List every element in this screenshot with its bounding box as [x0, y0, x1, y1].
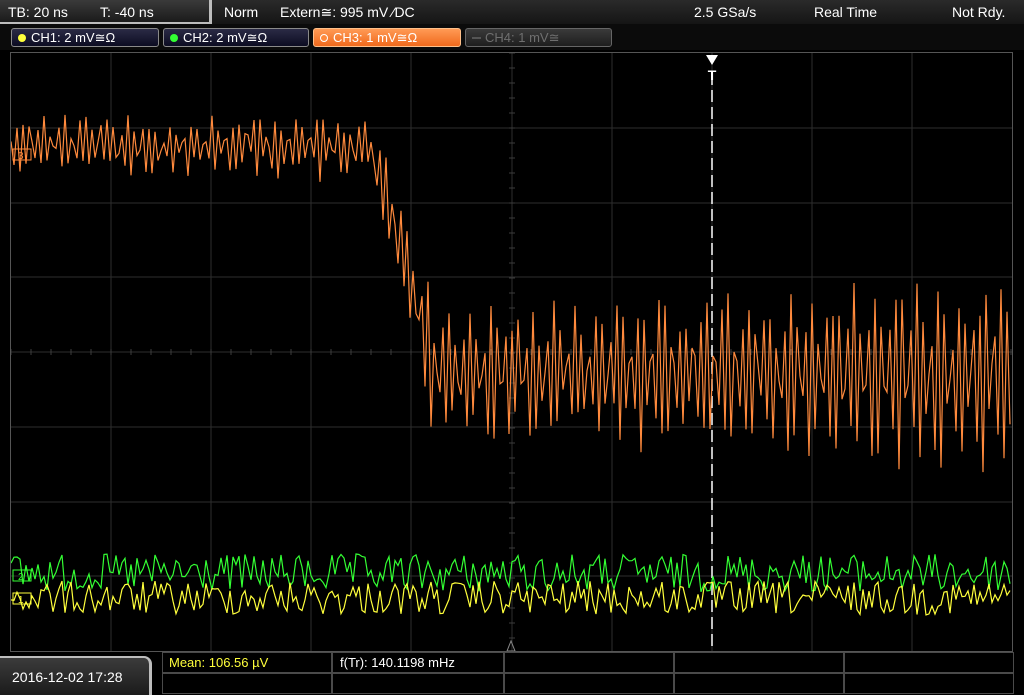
measurement-cell-7[interactable]: [332, 673, 504, 694]
datetime-label: 2016-12-02 17:28: [12, 669, 123, 685]
channel-1-label: CH1: 2 mV≅Ω: [31, 30, 116, 45]
trigger-level-arrow-icon[interactable]: [506, 639, 516, 651]
mean-measurement: Mean: 106.56 µV: [169, 655, 269, 670]
trigger-marker-icon[interactable]: T: [706, 55, 718, 83]
channel-1-indicator-icon: [18, 34, 26, 42]
measurement-cell-6[interactable]: [162, 673, 332, 694]
timebase-box[interactable]: TB: 20 ns T: -40 ns: [0, 0, 212, 24]
trigger-source-label[interactable]: Extern≅: 995 mV ⁄DC: [280, 0, 415, 24]
trigger-offset-label[interactable]: T: -40 ns: [100, 0, 154, 24]
channel-3-button[interactable]: CH3: 1 mV≅Ω: [313, 28, 461, 47]
measurement-cell-9[interactable]: [674, 673, 844, 694]
trigger-marker-label: T: [708, 67, 717, 83]
channel-2-label: CH2: 2 mV≅Ω: [183, 30, 268, 45]
measurement-cell-4[interactable]: [674, 652, 844, 673]
channel-3-label: CH3: 1 mV≅Ω: [333, 30, 418, 45]
waveform-canvas[interactable]: T 3 2 1: [11, 53, 1012, 651]
sample-rate-label[interactable]: 2.5 GSa/s: [694, 0, 756, 24]
timebase-label[interactable]: TB: 20 ns: [8, 0, 68, 24]
measurement-bar: Mean: 106.56 µV f(Tr): 140.1198 mHz: [0, 652, 1024, 695]
measurement-cell-3[interactable]: [504, 652, 674, 673]
status-bar: TB: 20 ns T: -40 ns Norm Extern≅: 995 mV…: [0, 0, 1024, 24]
trigger-mode-label[interactable]: Norm: [224, 0, 258, 24]
channel-2-indicator-icon: [170, 34, 178, 42]
channel-4-label: CH4: 1 mV≅: [485, 30, 560, 45]
measurement-cell-5[interactable]: [844, 652, 1014, 673]
datetime-box: 2016-12-02 17:28: [0, 656, 152, 695]
channel-2-button[interactable]: CH2: 2 mV≅Ω: [163, 28, 309, 47]
channel-1-marker-label: 1: [18, 595, 24, 606]
channel-3-indicator-icon: [320, 34, 328, 42]
channel-bar: CH1: 2 mV≅Ω CH2: 2 mV≅Ω CH3: 1 mV≅Ω CH4:…: [0, 24, 1024, 50]
channel-1-button[interactable]: CH1: 2 mV≅Ω: [11, 28, 159, 47]
channel-4-button[interactable]: CH4: 1 mV≅: [465, 28, 612, 47]
channel-2-marker-label: 2: [18, 572, 24, 583]
measurement-cell-10[interactable]: [844, 673, 1014, 694]
acquisition-mode-label[interactable]: Real Time: [814, 0, 877, 24]
trigger-frequency-measurement: f(Tr): 140.1198 mHz: [340, 655, 455, 670]
measurement-cell-8[interactable]: [504, 673, 674, 694]
status-label: Not Rdy.: [952, 4, 1006, 20]
channel-4-off-icon: [472, 37, 481, 39]
channel-3-marker-label: 3: [18, 151, 24, 162]
waveform-display[interactable]: T 3 2 1: [10, 52, 1013, 652]
